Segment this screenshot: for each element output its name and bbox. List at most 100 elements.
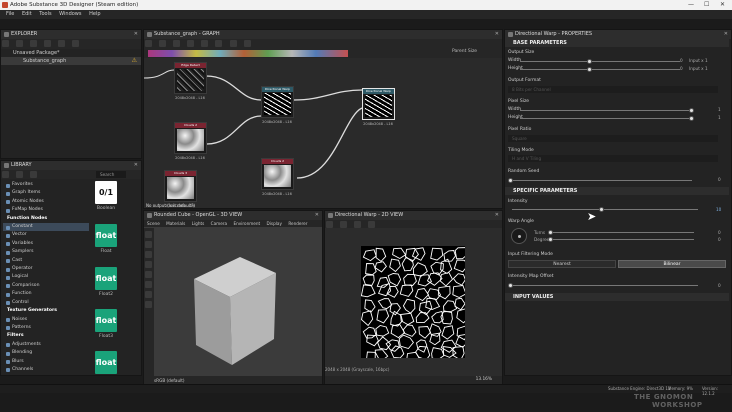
zoom-level[interactable]: 13.16% (476, 377, 492, 382)
panel-close-icon[interactable]: ✕ (134, 30, 138, 39)
undo-icon[interactable] (44, 40, 52, 47)
intensity-value[interactable]: 10 (716, 207, 721, 212)
specific-parameters-section[interactable]: SPECIFIC PARAMETERS (505, 187, 729, 195)
open-icon[interactable] (16, 40, 24, 47)
map-offset-value[interactable]: 0 (718, 283, 721, 288)
2d-view-close-icon[interactable]: ✕ (495, 211, 499, 220)
menu-tools[interactable]: Tools (39, 11, 51, 17)
graph-node[interactable]: Clouds 2 (261, 158, 294, 190)
library-item[interactable]: Texture Generators (3, 307, 89, 315)
library-item[interactable]: Function (3, 290, 89, 298)
library-item[interactable]: Operator (3, 265, 89, 273)
random-seed-knob[interactable] (508, 178, 513, 183)
3d-menu-environment[interactable]: Environment (233, 221, 260, 226)
degrees-knob[interactable] (548, 237, 553, 242)
menu-help[interactable]: Help (89, 11, 100, 17)
new-package-icon[interactable] (2, 40, 9, 47)
graph-node[interactable]: Clouds 3 (164, 170, 197, 202)
nearest-button[interactable]: Nearest (508, 260, 616, 268)
turns-value[interactable]: 0 (718, 230, 721, 235)
2d-tool-icon[interactable] (340, 221, 348, 228)
library-item[interactable]: Patterns (3, 324, 89, 332)
graph-node[interactable]: Edge Detect (174, 62, 207, 94)
bilinear-button[interactable]: Bilinear (618, 260, 726, 268)
height-value[interactable]: 0 (680, 66, 683, 71)
library-item[interactable]: Filters (3, 332, 89, 340)
width-mode[interactable]: Input x 1 (689, 58, 708, 63)
pixel-height-value[interactable]: 1 (718, 115, 721, 120)
library-node-thumbnail[interactable]: float (95, 267, 117, 290)
library-item[interactable]: Blurs (3, 358, 89, 366)
width-slider-knob[interactable] (587, 59, 592, 64)
3d-menu-scene[interactable]: Scene (147, 221, 160, 226)
library-item[interactable]: Vector (3, 231, 89, 239)
pixel-height-knob[interactable] (689, 116, 694, 121)
colorspace-dropdown[interactable]: sRGB (default) (154, 378, 185, 383)
pixel-height-slider[interactable] (520, 118, 692, 119)
library-item[interactable]: Blending (3, 349, 89, 357)
degrees-slider[interactable] (550, 239, 694, 240)
base-parameters-section[interactable]: BASE PARAMETERS (505, 39, 729, 47)
3d-tool-icon[interactable] (145, 301, 152, 308)
intensity-knob[interactable] (599, 207, 604, 212)
turns-knob[interactable] (548, 230, 553, 235)
library-filter-icon[interactable] (16, 171, 24, 178)
pixel-width-slider[interactable] (520, 110, 692, 111)
2d-tool-icon[interactable] (368, 221, 376, 228)
3d-tool-icon[interactable] (145, 271, 152, 278)
3d-tool-icon[interactable] (145, 231, 152, 238)
random-seed-slider[interactable] (512, 180, 692, 181)
menu-edit[interactable]: Edit (22, 11, 32, 17)
graph-node[interactable]: Directional Warp (261, 86, 294, 118)
library-item[interactable]: Cast (3, 257, 89, 265)
library-item[interactable]: Noises (3, 316, 89, 324)
height-slider-track[interactable] (520, 69, 680, 70)
3d-menu-renderer[interactable]: Renderer (288, 221, 307, 226)
width-value[interactable]: 0 (680, 58, 683, 63)
library-close-icon[interactable]: ✕ (134, 161, 138, 170)
library-item[interactable]: Logical (3, 273, 89, 281)
pixel-ratio-dropdown[interactable]: Square (508, 135, 718, 142)
warp-angle-dial[interactable] (511, 228, 527, 244)
3d-menu-display[interactable]: Display (267, 221, 282, 226)
pixel-width-value[interactable]: 1 (718, 107, 721, 112)
3d-tool-icon[interactable] (145, 241, 152, 248)
turns-slider[interactable] (550, 232, 694, 233)
library-node-thumbnail[interactable]: float (95, 351, 117, 374)
3d-menu-lights[interactable]: Lights (192, 221, 205, 226)
maximize-icon[interactable]: ☐ (704, 0, 709, 10)
3d-view-close-icon[interactable]: ✕ (315, 211, 319, 220)
redo-icon[interactable] (58, 40, 66, 47)
library-node-thumbnail[interactable]: float (95, 224, 117, 247)
library-item[interactable]: Favorites (3, 181, 89, 189)
close-icon[interactable]: ✕ (720, 0, 725, 10)
library-item[interactable]: Variables (3, 240, 89, 248)
intensity-slider[interactable] (512, 209, 698, 210)
map-offset-knob[interactable] (508, 283, 513, 288)
3d-tool-icon[interactable] (145, 251, 152, 258)
settings-icon[interactable] (72, 40, 80, 47)
library-item[interactable]: Control (3, 299, 89, 307)
library-edit-icon[interactable] (30, 171, 38, 178)
tiling-mode-dropdown[interactable]: H and V Tiling (508, 155, 718, 162)
2d-tool-icon[interactable] (354, 221, 362, 228)
3d-menu-materials[interactable]: Materials (166, 221, 185, 226)
height-slider-knob[interactable] (587, 67, 592, 72)
graph-item[interactable]: Substance_graph ⚠ (1, 57, 141, 65)
input-values-section[interactable]: INPUT VALUES (505, 293, 729, 301)
height-mode[interactable]: Input x 1 (689, 66, 708, 71)
degrees-value[interactable]: 0 (718, 237, 721, 242)
library-node-thumbnail[interactable]: 0/1 (95, 181, 117, 204)
2d-tool-icon[interactable] (326, 221, 333, 228)
3d-tool-icon[interactable] (145, 281, 152, 288)
output-format-dropdown[interactable]: 8 Bits per Channel (508, 86, 718, 93)
menu-windows[interactable]: Windows (59, 11, 81, 17)
library-item[interactable]: Comparison (3, 282, 89, 290)
library-item[interactable]: Channels (3, 366, 89, 374)
width-slider-track[interactable] (520, 61, 680, 62)
library-item[interactable]: FxMap Nodes (3, 206, 89, 214)
library-item[interactable]: Atomic Nodes (3, 198, 89, 206)
3d-tool-icon[interactable] (145, 291, 152, 298)
library-search-input[interactable]: Search (96, 171, 126, 178)
3d-tool-icon[interactable] (145, 261, 152, 268)
